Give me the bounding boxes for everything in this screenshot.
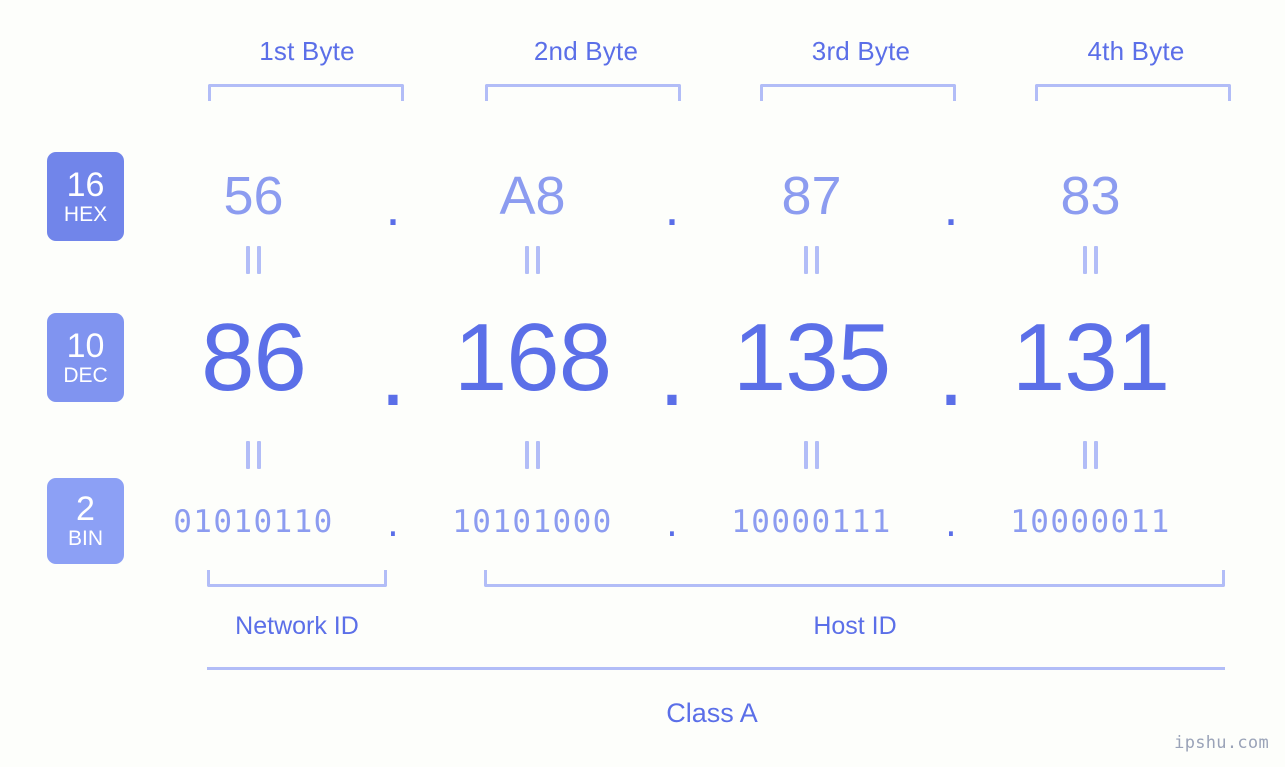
equality-bar <box>815 441 819 469</box>
equality-mark-6 <box>429 441 636 469</box>
radix-badge-dec: 10 DEC <box>47 313 124 402</box>
equality-mark-5 <box>150 441 357 469</box>
equality-bar <box>246 441 250 469</box>
class-bracket <box>207 667 1225 677</box>
hex-separator-1: . <box>385 177 401 237</box>
bin-byte-1: 01010110 <box>173 504 334 540</box>
bin-byte-3: 10000111 <box>731 504 892 540</box>
ip-breakdown-diagram: 1st Byte 2nd Byte 3rd Byte 4th Byte 16 H… <box>0 0 1285 767</box>
byte-bracket-4 <box>1035 84 1231 101</box>
equality-bar <box>804 441 808 469</box>
radix-badge-hex: 16 HEX <box>47 152 124 241</box>
radix-badge-bin-name: BIN <box>67 527 103 550</box>
equality-bar <box>525 246 529 274</box>
dec-value-row: 86 . 168 . 135 . 131 <box>150 296 1267 426</box>
bin-byte-4: 10000011 <box>1010 504 1171 540</box>
equality-bar <box>815 246 819 274</box>
hex-byte-1: 56 <box>223 166 284 226</box>
dec-separator-2: . <box>658 319 686 426</box>
network-id-label: Network ID <box>235 612 359 640</box>
dec-byte-4: 131 <box>1011 304 1170 411</box>
equality-row-dec-bin <box>150 440 1267 470</box>
equality-row-hex-dec <box>150 245 1267 275</box>
equality-mark-3 <box>708 246 915 274</box>
equality-bar <box>525 441 529 469</box>
radix-badge-hex-name: HEX <box>63 202 108 226</box>
radix-badge-bin: 2 BIN <box>47 478 124 564</box>
watermark: ipshu.com <box>1174 733 1269 753</box>
equality-bar <box>1094 441 1098 469</box>
equality-bar <box>246 246 250 274</box>
byte-bracket-3 <box>760 84 956 101</box>
network-id-bracket <box>207 570 387 587</box>
equality-mark-1 <box>150 246 357 274</box>
equality-bar <box>1094 246 1098 274</box>
dec-byte-3: 135 <box>732 304 891 411</box>
byte-header-3: 3rd Byte <box>811 36 911 66</box>
dec-byte-2: 168 <box>453 304 612 411</box>
class-label: Class A <box>666 698 758 728</box>
equality-bar <box>257 246 261 274</box>
equality-mark-2 <box>429 246 636 274</box>
equality-mark-7 <box>708 441 915 469</box>
hex-byte-2: A8 <box>499 166 566 226</box>
bin-separator-1: . <box>383 508 403 544</box>
equality-bar <box>536 441 540 469</box>
bin-separator-2: . <box>662 508 682 544</box>
hex-value-row: 56 . A8 . 87 . 83 <box>150 150 1267 242</box>
bin-separator-3: . <box>941 508 961 544</box>
dec-separator-1: . <box>379 319 407 426</box>
equality-bar <box>1083 441 1087 469</box>
equality-mark-4 <box>987 246 1194 274</box>
dec-separator-3: . <box>937 319 965 426</box>
radix-badge-hex-number: 16 <box>66 165 105 204</box>
hex-byte-4: 83 <box>1060 166 1121 226</box>
hex-separator-2: . <box>664 177 680 237</box>
byte-bracket-1 <box>208 84 404 101</box>
equality-bar <box>804 246 808 274</box>
equality-mark-8 <box>987 441 1194 469</box>
hex-separator-3: . <box>943 177 959 237</box>
byte-header-2: 2nd Byte <box>533 36 639 66</box>
equality-bar <box>536 246 540 274</box>
bin-value-row: 01010110 . 10101000 . 10000111 . 1000001… <box>150 492 1267 552</box>
equality-bar <box>257 441 261 469</box>
radix-badge-bin-number: 2 <box>76 490 95 528</box>
byte-bracket-2 <box>485 84 681 101</box>
radix-badge-dec-name: DEC <box>63 363 108 387</box>
byte-header-1: 1st Byte <box>259 36 355 66</box>
equality-bar <box>1083 246 1087 274</box>
dec-byte-1: 86 <box>201 304 307 411</box>
host-id-label: Host ID <box>813 612 897 640</box>
hex-byte-3: 87 <box>781 166 842 226</box>
bin-byte-2: 10101000 <box>452 504 613 540</box>
host-id-bracket <box>484 570 1225 587</box>
radix-badge-dec-number: 10 <box>66 326 105 365</box>
byte-header-4: 4th Byte <box>1087 36 1185 66</box>
